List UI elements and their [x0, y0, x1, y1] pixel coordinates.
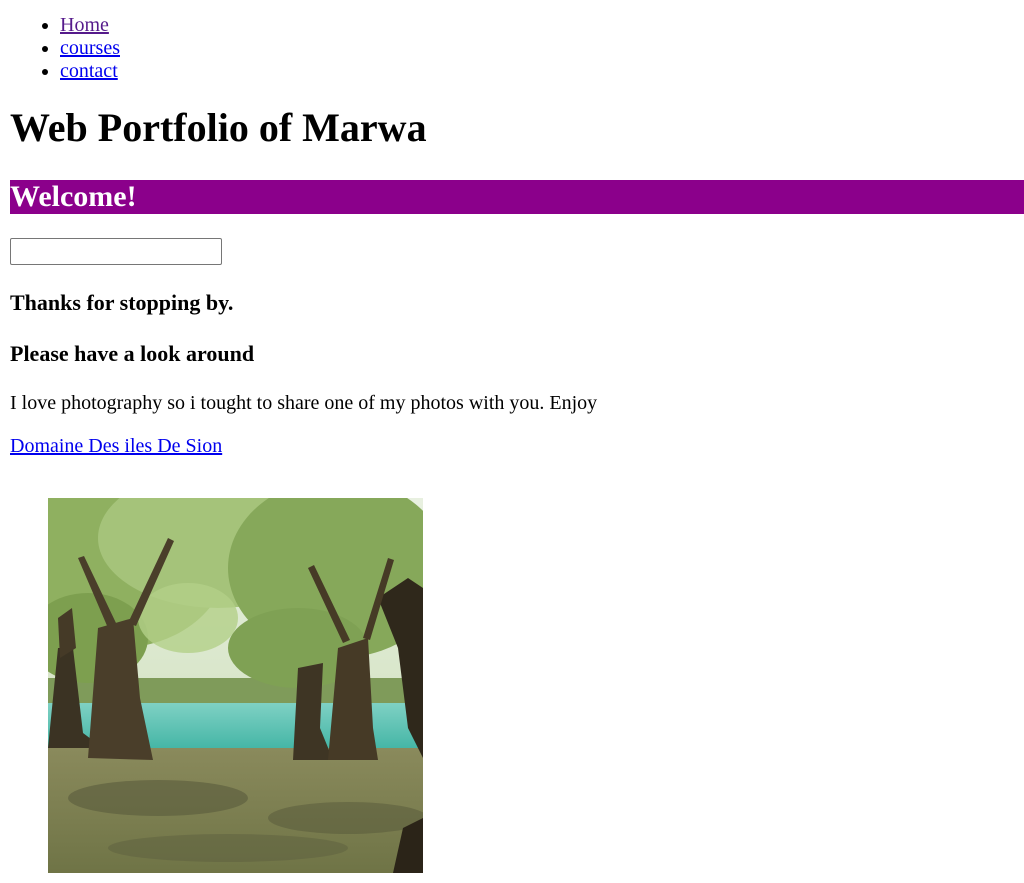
- photo-icon: [48, 498, 423, 873]
- intro-paragraph: I love photography so i tought to share …: [10, 392, 598, 414]
- welcome-banner: Welcome!: [10, 180, 1024, 214]
- thanks-heading: Thanks for stopping by.: [10, 290, 234, 315]
- text-input[interactable]: [10, 238, 222, 265]
- nav-item-courses: courses: [60, 37, 1024, 60]
- nav-link-contact[interactable]: contact: [60, 60, 118, 82]
- nav-item-contact: contact: [60, 60, 1024, 83]
- page: Home courses contact Web Portfolio of Ma…: [0, 0, 1024, 883]
- landscape-photo: [48, 498, 423, 873]
- nav-list: Home courses contact: [10, 0, 1024, 83]
- nav-item-home: Home: [60, 14, 1024, 37]
- page-title: Web Portfolio of Marwa: [10, 105, 427, 150]
- look-around-heading: Please have a look around: [10, 341, 255, 366]
- photo-link[interactable]: Domaine Des iles De Sion: [10, 433, 222, 459]
- nav-link-home[interactable]: Home: [60, 14, 109, 36]
- nav-link-courses[interactable]: courses: [60, 37, 120, 59]
